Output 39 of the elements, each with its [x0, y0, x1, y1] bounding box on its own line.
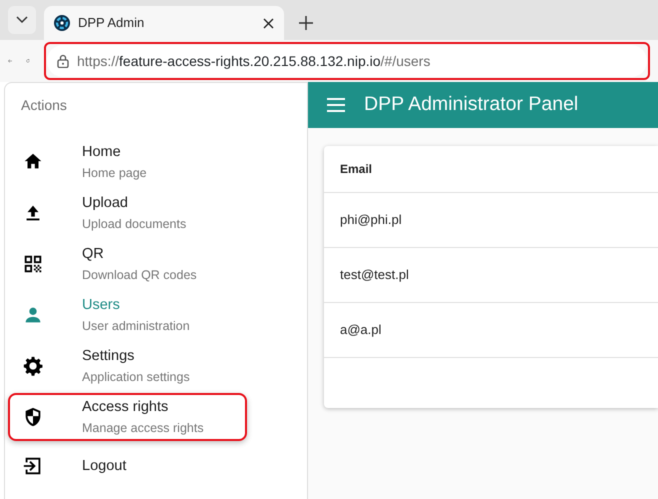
nav-item[interactable]: Logout — [8, 444, 247, 488]
tab-list-button[interactable] — [8, 6, 36, 34]
chevron-down-icon — [16, 16, 28, 24]
nav-title: Settings — [82, 347, 136, 366]
nav-item[interactable]: Settings Application settings — [8, 342, 247, 390]
nav-item[interactable]: Access rights Manage access rights — [8, 393, 247, 441]
close-icon[interactable] — [263, 18, 274, 28]
section-heading: Actions — [20, 96, 68, 115]
table-cell: a@a.pl — [324, 303, 658, 358]
nav-subtitle: Manage access rights — [82, 420, 204, 437]
browser-tab[interactable]: DPP Admin — [44, 6, 284, 40]
nav-title: Home — [82, 143, 122, 162]
table-cell: test@test.pl — [324, 248, 658, 303]
nav-item[interactable]: Home Home page — [8, 138, 247, 186]
nav-item[interactable]: QR Download QR codes — [8, 240, 247, 288]
table-cell: phi@phi.pl — [324, 193, 658, 248]
nav-title: Upload — [82, 194, 129, 213]
menu-icon[interactable] — [326, 97, 346, 113]
address-bar[interactable]: https://feature-access-rights.20.215.88.132.nip.io/#/users — [47, 45, 647, 77]
app-logo-icon — [54, 15, 70, 31]
column-header: Email — [324, 146, 658, 193]
nav-item[interactable]: Upload Upload documents — [8, 189, 247, 237]
nav-subtitle: Download QR codes — [82, 267, 197, 284]
nav-subtitle: Home page — [82, 165, 147, 182]
lock-icon — [57, 54, 69, 68]
nav-item[interactable]: Users User administration — [8, 291, 247, 339]
nav-title: Users — [82, 296, 121, 315]
header-title: DPP Administrator Panel — [364, 93, 578, 117]
gear-icon — [22, 355, 44, 377]
nav-subtitle: Upload documents — [82, 216, 186, 233]
nav-subtitle: User administration — [82, 318, 190, 335]
url-text: https://feature-access-rights.20.215.88.132.nip.io/#/users — [77, 52, 430, 71]
nav-title: Logout — [82, 457, 126, 476]
nav-title: QR — [82, 245, 105, 264]
nav-subtitle: Application settings — [82, 369, 190, 386]
new-tab-icon[interactable] — [298, 15, 314, 31]
qr-code-icon — [22, 253, 44, 275]
nav-title: Access rights — [82, 398, 170, 417]
tab-title: DPP Admin — [78, 14, 146, 32]
